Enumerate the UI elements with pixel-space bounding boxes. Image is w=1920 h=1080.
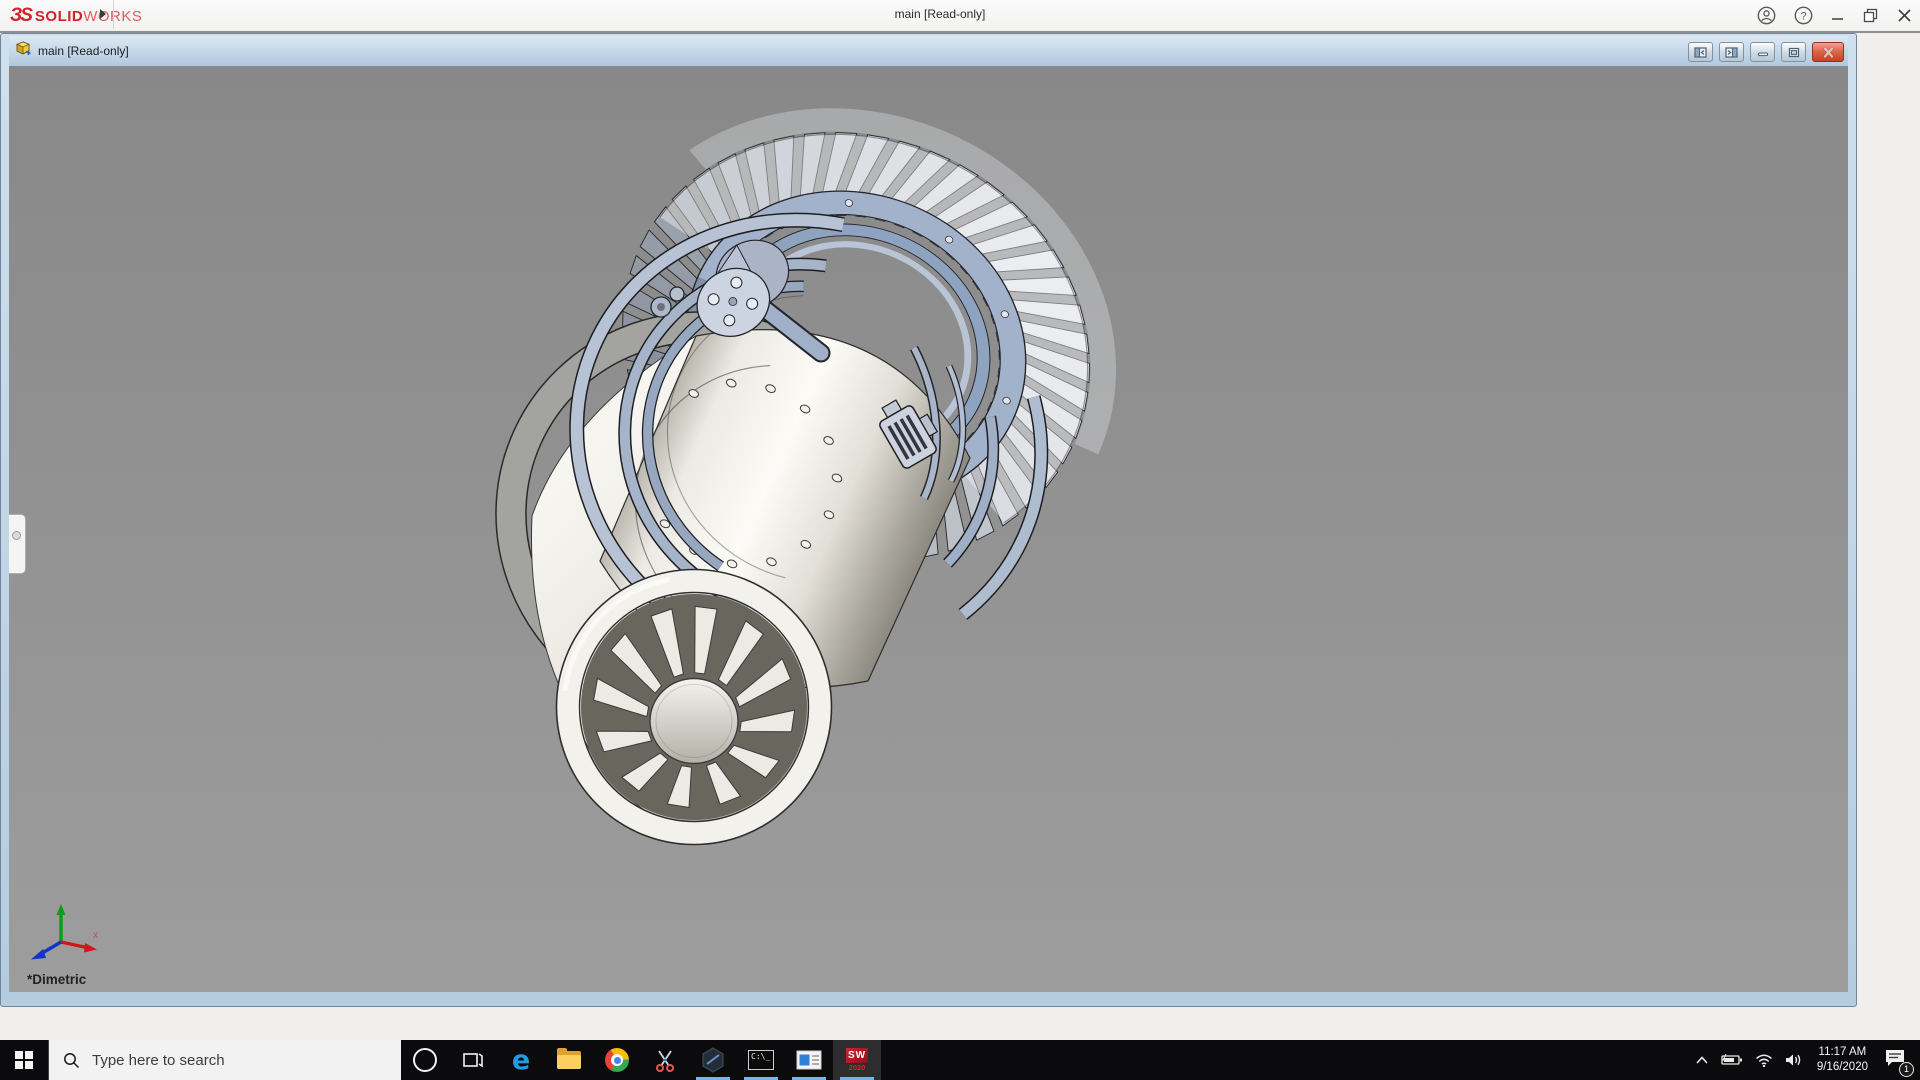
snipping-tool-button[interactable] (641, 1040, 689, 1080)
clock-time: 11:17 AM (1817, 1045, 1868, 1060)
file-explorer-button[interactable] (545, 1040, 593, 1080)
document-title: main [Read-only] (38, 44, 129, 58)
windows-logo-icon (15, 1051, 33, 1069)
snipping-tool-icon (653, 1048, 677, 1072)
wifi-icon (1755, 1054, 1773, 1067)
triad-x-arrow (84, 943, 97, 953)
document-window: main [Read-only] (0, 33, 1857, 1007)
dassault-logo-mark: ЗS (10, 5, 31, 27)
taskbar-search[interactable] (48, 1040, 401, 1080)
start-button[interactable] (0, 1040, 48, 1080)
jet-engine-model[interactable] (9, 66, 1848, 992)
edrawings-button[interactable] (689, 1040, 737, 1080)
search-icon (63, 1052, 80, 1069)
notification-badge: 1 (1899, 1062, 1914, 1077)
battery-button[interactable] (1715, 1054, 1749, 1066)
feature-manager-expand-handle[interactable] (12, 531, 21, 540)
show-pane-left-button[interactable] (1688, 42, 1713, 62)
volume-button[interactable] (1779, 1053, 1809, 1067)
taskbar-clock[interactable]: 11:17 AM 9/16/2020 (1809, 1045, 1876, 1075)
doc-close-button[interactable] (1812, 42, 1844, 62)
help-icon[interactable]: ? (1794, 6, 1813, 25)
window-title: main [Read-only] (840, 7, 1040, 21)
show-pane-right-button[interactable] (1719, 42, 1744, 62)
edge-icon: e (512, 1047, 530, 1074)
task-view-icon (462, 1050, 484, 1070)
taskbar: e C:\_ SW (0, 1040, 1920, 1080)
doc-minimize-button[interactable] (1750, 42, 1775, 62)
tray-chevron-button[interactable] (1689, 1055, 1715, 1065)
window-app-button[interactable] (785, 1040, 833, 1080)
doc-restore-button[interactable] (1781, 42, 1806, 62)
menu-expand-arrow-icon[interactable] (100, 9, 106, 19)
edge-button[interactable]: e (497, 1040, 545, 1080)
view-orientation-label: *Dimetric (27, 972, 86, 987)
restore-icon[interactable] (1863, 8, 1879, 24)
cortana-icon (413, 1048, 437, 1072)
minimize-icon[interactable] (1831, 9, 1845, 23)
feature-manager-collapsed-tab[interactable] (9, 514, 26, 574)
exhaust-hub[interactable] (650, 679, 738, 764)
action-center-button[interactable]: 1 (1876, 1048, 1920, 1073)
chevron-up-icon (1695, 1055, 1709, 1065)
solidworks-taskbar-button[interactable]: SW 2020 (833, 1040, 881, 1080)
logo-solid: SOLID (35, 8, 83, 25)
chrome-button[interactable] (593, 1040, 641, 1080)
solidworks-logo: ЗS SOLIDWORKS (10, 4, 142, 28)
triad-y-arrow (57, 904, 66, 915)
wifi-button[interactable] (1749, 1054, 1779, 1067)
command-prompt-button[interactable]: C:\_ (737, 1040, 785, 1080)
cortana-button[interactable] (401, 1040, 449, 1080)
edrawings-hexagon-icon (701, 1047, 725, 1073)
task-view-button[interactable] (449, 1040, 497, 1080)
file-explorer-icon (557, 1051, 581, 1069)
svg-text:?: ? (1800, 10, 1806, 22)
orientation-triad: x (21, 902, 105, 978)
search-input[interactable] (90, 1051, 354, 1070)
graphics-area[interactable]: x *Dimetric (9, 66, 1848, 992)
command-prompt-icon: C:\_ (748, 1050, 774, 1070)
solidworks-2020-icon: SW 2020 (846, 1048, 868, 1072)
clock-date: 9/16/2020 (1817, 1060, 1868, 1075)
logo-separator (113, 0, 114, 29)
assembly-document-icon (15, 41, 32, 62)
chrome-icon (605, 1048, 629, 1072)
triad-x-label: x (93, 930, 98, 941)
account-icon[interactable] (1757, 6, 1776, 25)
speaker-icon (1785, 1053, 1803, 1067)
battery-icon (1721, 1054, 1743, 1066)
close-icon[interactable] (1897, 8, 1912, 23)
system-tray: 11:17 AM 9/16/2020 1 (1689, 1040, 1920, 1080)
window-app-icon (796, 1050, 822, 1070)
document-titlebar[interactable]: main [Read-only] (9, 36, 1848, 66)
main-titlebar: ЗS SOLIDWORKS main [Read-only] ? (0, 0, 1920, 33)
